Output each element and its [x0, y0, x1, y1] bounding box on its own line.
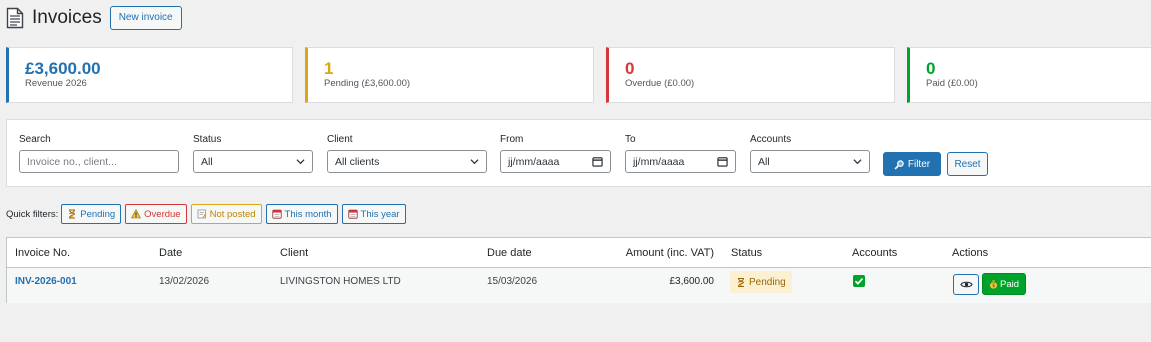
client-filter: Client All clients: [327, 134, 487, 173]
col-client[interactable]: Client: [280, 247, 308, 259]
to-label: To: [625, 134, 636, 145]
quick-filter-not-posted[interactable]: Not posted: [190, 204, 262, 224]
quick-filter-this-month-label: This month: [284, 208, 332, 220]
quick-filter-pending-label: Pending: [80, 208, 116, 220]
quick-filters-label: Quick filters:: [6, 208, 59, 220]
overdue-label: Overdue (£0.00): [625, 78, 695, 89]
eye-icon: [959, 281, 973, 288]
chevron-down-icon: [470, 159, 479, 165]
quick-filter-not-posted-label: Not posted: [209, 208, 256, 220]
quick-filter-pending[interactable]: Pending: [61, 204, 122, 224]
pending-label: Pending (£3,600.00): [324, 78, 411, 89]
to-filter: To jj/mm/aaaa: [625, 134, 736, 173]
status-filter: Status All: [193, 134, 313, 173]
chevron-down-icon: [296, 159, 305, 165]
revenue-value: £3,600.00: [25, 59, 101, 78]
col-accounts[interactable]: Accounts: [852, 247, 897, 259]
revenue-label: Revenue 2026: [25, 78, 87, 89]
reset-button[interactable]: Reset: [947, 152, 988, 176]
accounts-select[interactable]: All: [750, 150, 870, 173]
warning-icon: [131, 209, 142, 219]
paid-value: 0: [926, 59, 936, 78]
to-date-placeholder: jj/mm/aaaa: [633, 155, 685, 168]
overdue-value: 0: [625, 59, 635, 78]
accounts-label: Accounts: [750, 134, 792, 145]
col-due-date[interactable]: Due date: [487, 247, 532, 259]
document-icon: [6, 7, 24, 29]
search-input[interactable]: Invoice no., client...: [19, 150, 179, 173]
filters-panel: Search Invoice no., client... Status All…: [6, 119, 1151, 187]
accounts-filter: Accounts All: [750, 134, 870, 173]
posted-check-icon: [853, 275, 865, 287]
money-bag-icon: $: [989, 280, 998, 289]
revenue-card: £3,600.00 Revenue 2026: [6, 47, 293, 103]
paid-label: Paid (£0.00): [926, 78, 978, 89]
chevron-down-icon: [853, 159, 862, 165]
calendar-icon[interactable]: [717, 156, 728, 167]
svg-text:$: $: [992, 283, 995, 289]
search-label: Search: [19, 134, 51, 145]
calendar-icon[interactable]: [592, 156, 603, 167]
invoice-client: LIVINGSTON HOMES LTD: [280, 276, 401, 287]
col-status[interactable]: Status: [731, 247, 762, 259]
col-amount[interactable]: Amount (inc. VAT): [626, 247, 714, 259]
status-label: Status: [193, 134, 222, 145]
client-select[interactable]: All clients: [327, 150, 487, 173]
invoices-table: Invoice No. Date Client Due date Amount …: [6, 237, 1151, 303]
to-date-input[interactable]: jj/mm/aaaa: [625, 150, 736, 173]
mark-paid-button[interactable]: $ Paid: [982, 273, 1026, 295]
memo-icon: [197, 209, 207, 219]
overdue-card: 0 Overdue (£0.00): [606, 47, 895, 103]
paid-card: 0 Paid (£0.00): [907, 47, 1151, 103]
hourglass-icon: [69, 209, 76, 219]
invoice-amount: £3,600.00: [669, 276, 715, 287]
mark-paid-label: Paid: [999, 278, 1019, 290]
quick-filter-this-year[interactable]: This year: [341, 204, 406, 224]
quick-filters: Quick filters: Pending Overdue Not poste…: [6, 204, 410, 224]
col-date[interactable]: Date: [159, 247, 182, 259]
client-label: Client: [327, 134, 353, 145]
status-select[interactable]: All: [193, 150, 313, 173]
table-row: INV-2026-001 13/02/2026 LIVINGSTON HOMES…: [7, 268, 1151, 303]
from-filter: From jj/mm/aaaa: [500, 134, 611, 173]
calendar-icon: [271, 209, 282, 219]
accounts-select-value: All: [758, 155, 770, 168]
col-invoice-no[interactable]: Invoice No.: [15, 247, 70, 259]
filter-button-label: Filter: [907, 158, 931, 170]
quick-filter-overdue-label: Overdue: [144, 208, 181, 220]
search-icon: [894, 159, 904, 169]
client-select-value: All clients: [335, 155, 380, 168]
new-invoice-button[interactable]: New invoice: [109, 6, 182, 30]
calendar-icon: [347, 209, 358, 219]
hourglass-icon: [738, 277, 745, 287]
page-title: Invoices: [32, 7, 102, 28]
pending-card: 1 Pending (£3,600.00): [305, 47, 594, 103]
search-filter: Search Invoice no., client...: [19, 134, 179, 173]
page-header: Invoices New invoice: [6, 6, 182, 30]
status-select-value: All: [201, 155, 213, 168]
from-date-input[interactable]: jj/mm/aaaa: [500, 150, 611, 173]
view-button[interactable]: [953, 274, 979, 295]
col-actions: Actions: [952, 247, 989, 259]
quick-filter-overdue[interactable]: Overdue: [125, 204, 187, 224]
invoice-due-date: 15/03/2026: [487, 276, 538, 287]
filter-button[interactable]: Filter: [883, 152, 941, 176]
from-date-placeholder: jj/mm/aaaa: [508, 155, 560, 168]
quick-filter-this-year-label: This year: [360, 208, 400, 220]
status-badge-label: Pending: [749, 276, 786, 288]
invoice-date: 13/02/2026: [159, 276, 210, 287]
quick-filter-this-month[interactable]: This month: [265, 204, 338, 224]
table-header: Invoice No. Date Client Due date Amount …: [7, 238, 1151, 268]
invoice-number-link[interactable]: INV-2026-001: [15, 276, 77, 287]
status-badge: Pending: [730, 271, 792, 293]
pending-value: 1: [324, 59, 334, 78]
from-label: From: [500, 134, 524, 145]
